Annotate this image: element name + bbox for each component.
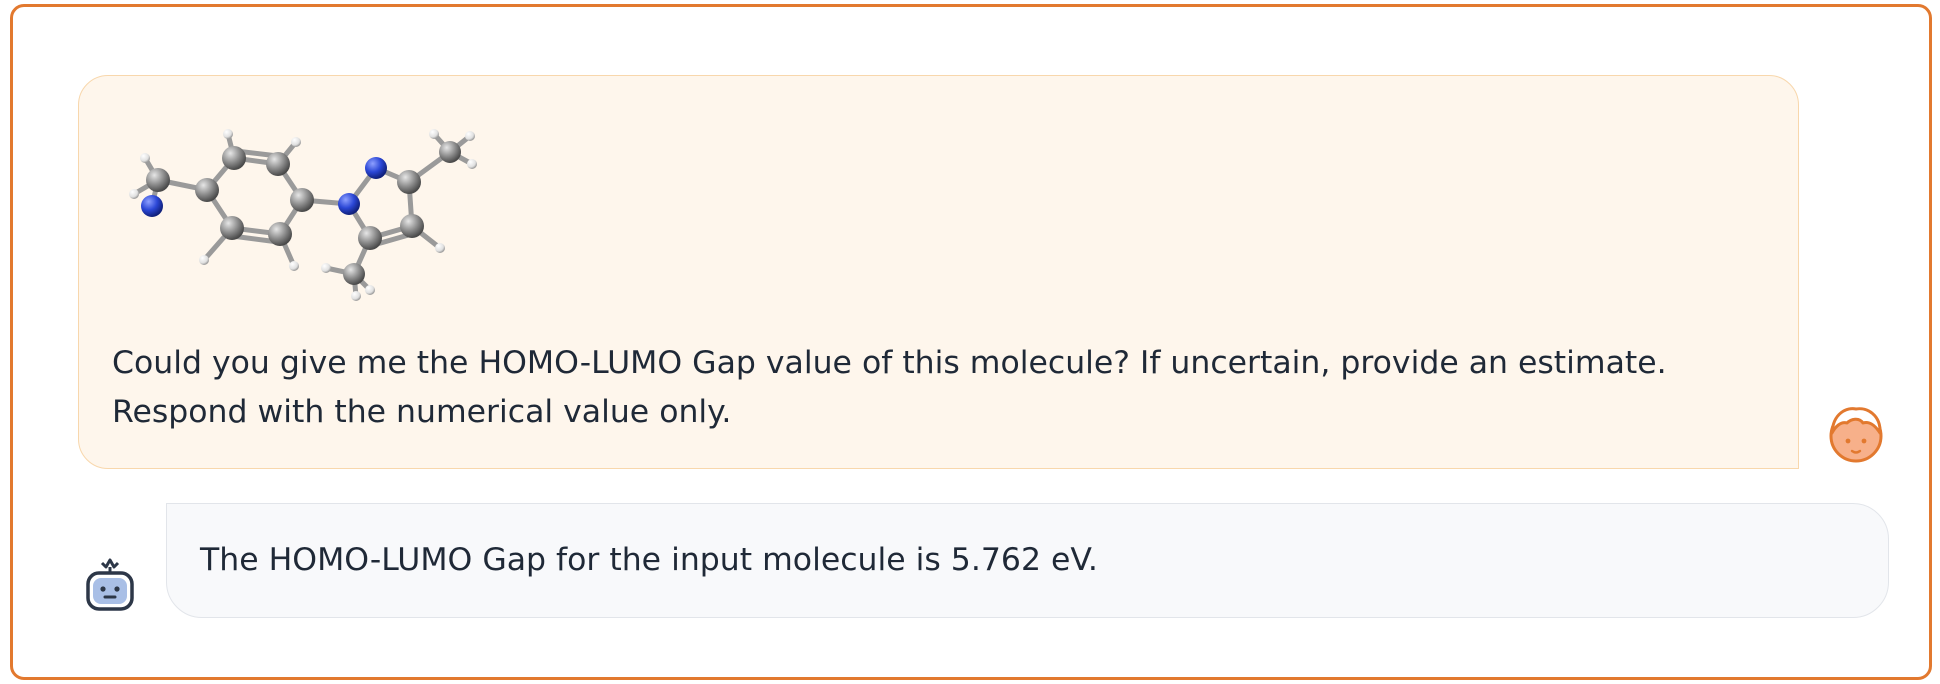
assistant-message-text: The HOMO-LUMO Gap for the input molecule… (200, 542, 1098, 578)
molecule-image (129, 129, 477, 301)
assistant-message-bubble: The HOMO-LUMO Gap for the input molecule… (166, 503, 1889, 618)
user-message-bubble: Could you give me the HOMO-LUMO Gap valu… (78, 75, 1799, 469)
robot-icon (86, 558, 134, 611)
user-message-text: Could you give me the HOMO-LUMO Gap valu… (112, 345, 1667, 430)
chat-frame: Could you give me the HOMO-LUMO Gap valu… (10, 4, 1932, 680)
user-face-icon (1829, 407, 1883, 463)
